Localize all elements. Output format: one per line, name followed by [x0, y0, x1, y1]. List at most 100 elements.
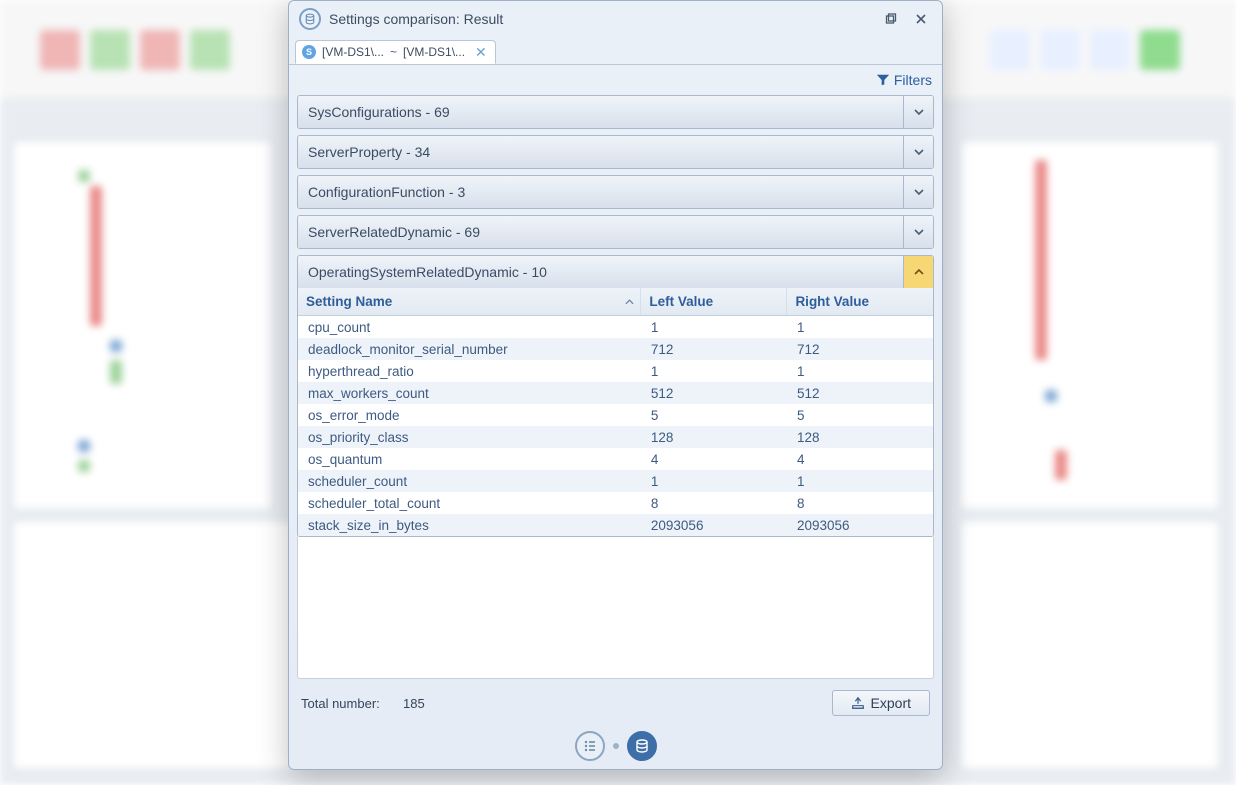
chevron-up-icon — [914, 267, 924, 277]
total-label: Total number: — [301, 696, 380, 711]
cell-setting-name: scheduler_total_count — [298, 492, 641, 514]
group-sysconfigurations: SysConfigurations - 69 — [297, 95, 934, 129]
view-separator-dot — [613, 743, 619, 749]
cell-setting-name: max_workers_count — [298, 382, 641, 404]
filter-bar: Filters — [289, 65, 942, 95]
group-name: ServerProperty — [308, 144, 402, 160]
cell-left-value: 4 — [641, 448, 787, 470]
export-button[interactable]: Export — [832, 690, 930, 716]
filters-button[interactable]: Filters — [876, 72, 932, 88]
cell-right-value: 1 — [787, 360, 933, 382]
collapse-toggle[interactable] — [903, 256, 933, 288]
cell-left-value: 8 — [641, 492, 787, 514]
chevron-down-icon — [914, 107, 924, 117]
expand-toggle[interactable] — [903, 96, 933, 128]
cell-right-value: 1 — [787, 316, 933, 339]
table-row[interactable]: scheduler_total_count88 — [298, 492, 933, 514]
group-header-serverproperty[interactable]: ServerProperty - 34 — [298, 136, 933, 168]
group-count: 69 — [464, 224, 480, 240]
cell-left-value: 1 — [641, 360, 787, 382]
footer-view-switcher — [289, 723, 942, 769]
content-area: SysConfigurations - 69 ServerProperty - … — [297, 95, 934, 679]
expand-toggle[interactable] — [903, 216, 933, 248]
group-osrelateddynamic: OperatingSystemRelatedDynamic - 10 Setti… — [297, 255, 934, 537]
cell-setting-name: stack_size_in_bytes — [298, 514, 641, 536]
chevron-down-icon — [914, 187, 924, 197]
cell-setting-name: os_quantum — [298, 448, 641, 470]
chevron-down-icon — [914, 227, 924, 237]
cell-setting-name: os_priority_class — [298, 426, 641, 448]
table-row[interactable]: deadlock_monitor_serial_number712712 — [298, 338, 933, 360]
comparison-tab[interactable]: S [VM-DS1\... ~ [VM-DS1\... ✕ — [295, 40, 496, 64]
tab-right-source: [VM-DS1\... — [403, 45, 465, 59]
group-header-configurationfunction[interactable]: ConfigurationFunction - 3 — [298, 176, 933, 208]
filters-label: Filters — [894, 72, 932, 88]
group-configurationfunction: ConfigurationFunction - 3 — [297, 175, 934, 209]
cell-left-value: 2093056 — [641, 514, 787, 536]
tab-left-source: [VM-DS1\... — [322, 45, 384, 59]
tabstrip: S [VM-DS1\... ~ [VM-DS1\... ✕ — [289, 37, 942, 65]
bottom-bar: Total number: 185 Export — [289, 683, 942, 723]
settings-table: Setting Name Left Value Right Value cpu_… — [298, 288, 933, 536]
database-view-icon[interactable] — [627, 731, 657, 761]
col-left-value[interactable]: Left Value — [641, 288, 787, 316]
export-label: Export — [871, 695, 911, 711]
table-row[interactable]: max_workers_count512512 — [298, 382, 933, 404]
cell-right-value: 2093056 — [787, 514, 933, 536]
cell-right-value: 1 — [787, 470, 933, 492]
empty-space — [297, 537, 934, 679]
cell-right-value: 8 — [787, 492, 933, 514]
titlebar: Settings comparison: Result — [289, 1, 942, 37]
cell-left-value: 512 — [641, 382, 787, 404]
cell-right-value: 712 — [787, 338, 933, 360]
cell-right-value: 512 — [787, 382, 933, 404]
chevron-down-icon — [914, 147, 924, 157]
close-button[interactable] — [910, 10, 932, 28]
tab-separator: ~ — [390, 45, 397, 59]
window-title: Settings comparison: Result — [329, 11, 872, 27]
source-icon: S — [302, 45, 316, 59]
table-row[interactable]: hyperthread_ratio11 — [298, 360, 933, 382]
cell-right-value: 128 — [787, 426, 933, 448]
table-row[interactable]: cpu_count11 — [298, 316, 933, 339]
group-count: 69 — [434, 104, 450, 120]
group-name: OperatingSystemRelatedDynamic — [308, 264, 519, 280]
cell-setting-name: hyperthread_ratio — [298, 360, 641, 382]
group-name: SysConfigurations — [308, 104, 422, 120]
expand-toggle[interactable] — [903, 136, 933, 168]
table-row[interactable]: scheduler_count11 — [298, 470, 933, 492]
restore-button[interactable] — [880, 10, 902, 28]
expand-toggle[interactable] — [903, 176, 933, 208]
cell-right-value: 5 — [787, 404, 933, 426]
cell-setting-name: os_error_mode — [298, 404, 641, 426]
group-count: 34 — [415, 144, 431, 160]
cell-left-value: 1 — [641, 470, 787, 492]
total-value: 185 — [403, 696, 425, 711]
group-header-serverrelateddynamic[interactable]: ServerRelatedDynamic - 69 — [298, 216, 933, 248]
export-icon — [851, 696, 865, 710]
group-serverproperty: ServerProperty - 34 — [297, 135, 934, 169]
table-row[interactable]: stack_size_in_bytes20930562093056 — [298, 514, 933, 536]
sort-asc-icon — [625, 294, 634, 309]
table-row[interactable]: os_priority_class128128 — [298, 426, 933, 448]
close-tab-icon[interactable]: ✕ — [475, 44, 487, 61]
table-row[interactable]: os_quantum44 — [298, 448, 933, 470]
list-view-icon[interactable] — [575, 731, 605, 761]
settings-comparison-dialog: Settings comparison: Result S [VM-DS1\..… — [288, 0, 943, 770]
cell-setting-name: cpu_count — [298, 316, 641, 339]
col-setting-name[interactable]: Setting Name — [298, 288, 641, 316]
database-icon — [299, 8, 321, 30]
cell-right-value: 4 — [787, 448, 933, 470]
group-count: 10 — [531, 264, 547, 280]
group-name: ConfigurationFunction — [308, 184, 445, 200]
cell-left-value: 128 — [641, 426, 787, 448]
filter-icon — [876, 73, 890, 87]
cell-setting-name: deadlock_monitor_serial_number — [298, 338, 641, 360]
group-count: 3 — [457, 184, 465, 200]
col-right-value[interactable]: Right Value — [787, 288, 933, 316]
group-header-osrelateddynamic[interactable]: OperatingSystemRelatedDynamic - 10 — [298, 256, 933, 288]
cell-left-value: 712 — [641, 338, 787, 360]
group-header-sysconfigurations[interactable]: SysConfigurations - 69 — [298, 96, 933, 128]
cell-setting-name: scheduler_count — [298, 470, 641, 492]
table-row[interactable]: os_error_mode55 — [298, 404, 933, 426]
